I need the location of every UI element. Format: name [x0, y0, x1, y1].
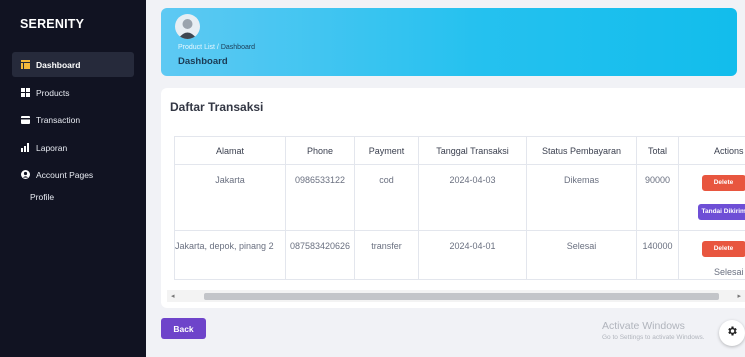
- sidebar-item-profile[interactable]: Profile: [30, 192, 54, 202]
- column-header-status: Status Pembayaran: [526, 136, 637, 165]
- scrollbar-thumb[interactable]: [204, 293, 719, 300]
- cell-phone: 087583420626: [285, 230, 355, 280]
- transactions-table: Alamat Phone Payment Tanggal Transaksi S…: [174, 136, 745, 280]
- column-header-payment: Payment: [354, 136, 419, 165]
- sidebar-item-label: Account Pages: [36, 169, 94, 180]
- sidebar: SERENITY Dashboard Products Transaction …: [0, 0, 146, 357]
- cell-payment: cod: [354, 164, 419, 231]
- watermark-subtitle: Go to Settings to activate Windows.: [602, 334, 705, 341]
- page-title: Dashboard: [178, 56, 228, 67]
- watermark-title: Activate Windows: [602, 320, 685, 332]
- sidebar-item-label: Products: [36, 87, 70, 98]
- user-icon: [21, 170, 30, 179]
- breadcrumb: Product List / Dashboard: [178, 44, 255, 51]
- gear-icon: [726, 324, 738, 342]
- cell-payment: transfer: [354, 230, 419, 280]
- breadcrumb-separator: /: [216, 44, 219, 51]
- bar-chart-icon: [21, 143, 30, 152]
- sidebar-item-dashboard[interactable]: Dashboard: [12, 52, 134, 77]
- table-header-row: Alamat Phone Payment Tanggal Transaksi S…: [174, 136, 745, 165]
- sidebar-item-laporan[interactable]: Laporan: [12, 135, 134, 160]
- header-banner: Product List / Dashboard Dashboard: [161, 8, 737, 76]
- cell-alamat: Jakarta, depok, pinang 2: [174, 230, 286, 280]
- table-row: Jakarta, depok, pinang 2 087583420626 tr…: [174, 230, 745, 280]
- cell-actions: Delete Tandai Dikirim: [678, 164, 745, 231]
- products-icon: [21, 88, 30, 97]
- scroll-right-arrow-icon[interactable]: ▸: [737, 292, 741, 300]
- column-header-actions: Actions: [678, 136, 745, 165]
- column-header-phone: Phone: [285, 136, 355, 165]
- completed-action-text: Selesai: [713, 267, 744, 277]
- delete-button[interactable]: Delete: [701, 241, 745, 257]
- sidebar-item-transaction[interactable]: Transaction: [12, 107, 134, 132]
- transactions-card: Daftar Transaksi Alamat Phone Payment Ta…: [161, 88, 745, 308]
- column-header-total: Total: [636, 136, 679, 165]
- sidebar-item-label: Laporan: [36, 142, 68, 153]
- cell-actions: Delete Selesai: [678, 230, 745, 280]
- breadcrumb-current: Dashboard: [220, 44, 256, 51]
- cell-status: Dikemas: [526, 164, 637, 231]
- cell-total: 90000: [636, 164, 679, 231]
- cell-tanggal: 2024-04-01: [418, 230, 527, 280]
- horizontal-scrollbar[interactable]: ◂ ▸: [167, 290, 745, 302]
- cell-alamat: Jakarta: [174, 164, 286, 231]
- sidebar-item-label: Dashboard: [36, 59, 81, 70]
- card-title: Daftar Transaksi: [170, 100, 264, 114]
- delete-button[interactable]: Delete: [701, 175, 745, 191]
- cell-phone: 0986533122: [285, 164, 355, 231]
- sidebar-item-products[interactable]: Products: [12, 80, 134, 105]
- scroll-left-arrow-icon[interactable]: ◂: [171, 292, 175, 300]
- column-header-alamat: Alamat: [174, 136, 286, 165]
- card-icon: [21, 115, 30, 124]
- cell-tanggal: 2024-04-03: [418, 164, 527, 231]
- avatar[interactable]: [175, 14, 200, 39]
- brand-logo[interactable]: SERENITY: [20, 17, 84, 31]
- table-row: Jakarta 0986533122 cod 2024-04-03 Dikema…: [174, 164, 745, 231]
- mark-shipped-button[interactable]: Tandai Dikirim: [697, 204, 745, 220]
- settings-button[interactable]: [719, 320, 745, 346]
- breadcrumb-parent[interactable]: Product List: [178, 44, 215, 51]
- cell-status: Selesai: [526, 230, 637, 280]
- cell-total: 140000: [636, 230, 679, 280]
- dashboard-icon: [21, 60, 30, 69]
- sidebar-item-account-pages[interactable]: Account Pages: [12, 162, 134, 187]
- column-header-tanggal: Tanggal Transaksi: [418, 136, 527, 165]
- activate-windows-watermark: Activate Windows Go to Settings to activ…: [602, 320, 705, 341]
- sidebar-item-label: Transaction: [36, 114, 81, 125]
- back-button[interactable]: Back: [161, 318, 206, 339]
